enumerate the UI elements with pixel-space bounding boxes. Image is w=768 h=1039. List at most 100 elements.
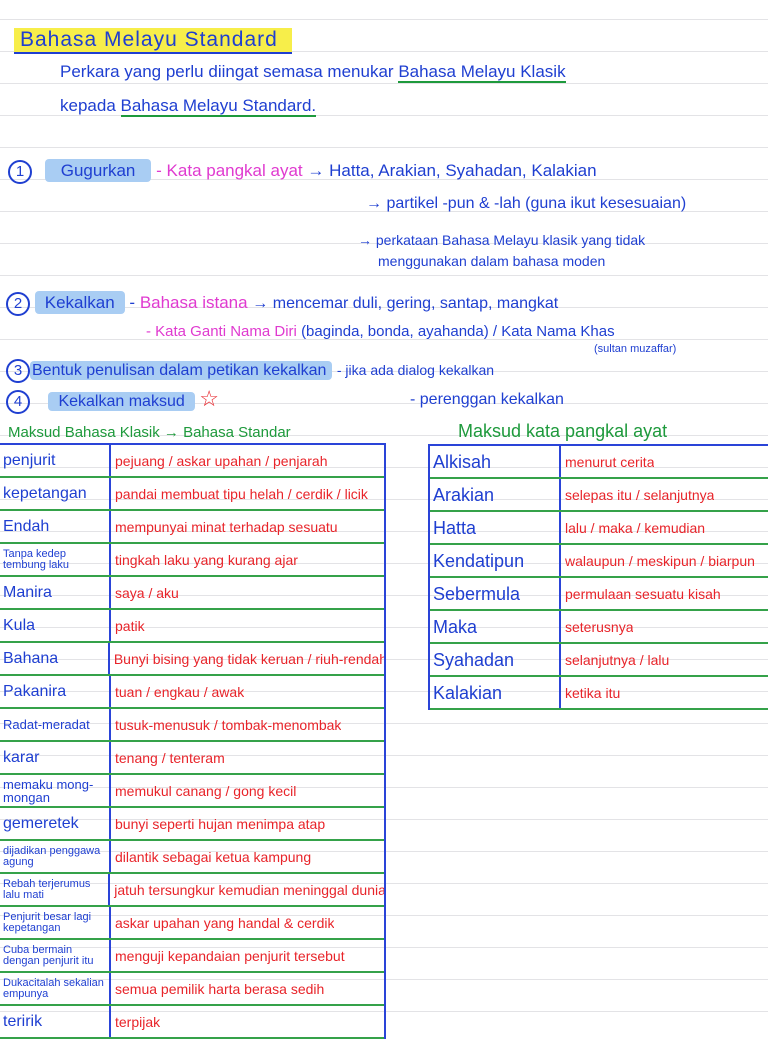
table-row: Sebermula permulaan sesuatu kisah bbox=[430, 578, 768, 611]
point-2-note: (sultan muzaffar) bbox=[594, 343, 677, 355]
intro-underlined: Bahasa Melayu Klasik bbox=[398, 62, 566, 83]
table-row: dijadikan penggawa agung dilantik sebagai… bbox=[0, 841, 384, 874]
term-cell: gemeretek bbox=[0, 808, 111, 839]
number-circle: 4 bbox=[6, 390, 30, 414]
term-cell: Rebah terjerumus lalu mati bbox=[0, 874, 111, 905]
term-cell: Syahadan bbox=[430, 644, 561, 675]
table-row: Radat-meradat tusuk-menusuk / tombak-meno… bbox=[0, 709, 384, 742]
arrow-text: → mencemar duli, gering, santap, mangkat bbox=[252, 295, 559, 312]
dash: - bbox=[129, 293, 136, 312]
term-cell: Maka bbox=[430, 611, 561, 642]
meaning-cell: terpijak bbox=[115, 1013, 161, 1030]
number-circle: 1 bbox=[8, 160, 32, 184]
table-row: penjurit pejuang / askar upahan / penjara… bbox=[0, 445, 384, 478]
intro-line-1: Perkara yang perlu diingat semasa menuka… bbox=[60, 62, 566, 83]
point-4-rest: - perenggan kekalkan bbox=[410, 391, 564, 408]
table-row: Rebah terjerumus lalu mati jatuh tersungk… bbox=[0, 874, 384, 907]
meaning-cell: patik bbox=[115, 617, 145, 634]
point-rest: - jika ada dialog kekalkan bbox=[336, 362, 495, 378]
term-cell: memaku mong-mongan bbox=[0, 775, 111, 806]
term-cell: Manira bbox=[0, 577, 111, 608]
point-label: Kekalkan bbox=[34, 291, 125, 314]
term-cell: Cuba bermain dengan penjurit itu bbox=[0, 940, 111, 971]
meaning-cell: bunyi seperti hujan menimpa atap bbox=[115, 815, 326, 832]
arrow-text: → Hatta, Arakian, Syahadan, Kalakian bbox=[307, 161, 597, 180]
meaning-cell: saya / aku bbox=[115, 584, 179, 601]
term-cell: Alkisah bbox=[430, 446, 561, 477]
point-1: 1 Gugurkan - Kata pangkal ayat → Hatta, … bbox=[8, 159, 597, 184]
table-row: Penjurit besar lagi kepetangan askar upah… bbox=[0, 907, 384, 940]
meaning-cell: tingkah laku yang kurang ajar bbox=[115, 551, 298, 568]
table-row: Manira saya / aku bbox=[0, 577, 384, 610]
meaning-cell: menurut cerita bbox=[565, 453, 655, 470]
intro-line-2: kepada Bahasa Melayu Standard. bbox=[60, 96, 317, 117]
point-2: 2 Kekalkan - Bahasa istana → mencemar du… bbox=[6, 291, 559, 316]
term-cell: Radat-meradat bbox=[0, 709, 111, 740]
table-row: Kalakian ketika itu bbox=[430, 677, 768, 710]
term-cell: Hatta bbox=[430, 512, 561, 543]
term-cell: Kula bbox=[0, 610, 111, 641]
term-cell: Kendatipun bbox=[430, 545, 561, 576]
table-row: teririk terpijak bbox=[0, 1006, 384, 1039]
table-row: memaku mong-mongan memukul canang / gong … bbox=[0, 775, 384, 808]
table-row: Cuba bermain dengan penjurit itu menguji … bbox=[0, 940, 384, 973]
point-4: 4 Kekalkan maksud ☆ bbox=[6, 386, 219, 414]
right-table-heading: Maksud kata pangkal ayat bbox=[458, 421, 668, 441]
star-icon: ☆ bbox=[199, 386, 219, 411]
intro-text: Perkara yang perlu diingat semasa menuka… bbox=[60, 62, 394, 81]
table-row: Endah mempunyai minat terhadap sesuatu bbox=[0, 511, 384, 544]
term-cell: penjurit bbox=[0, 445, 111, 476]
term-cell: teririk bbox=[0, 1006, 111, 1037]
point-label: Kekalkan maksud bbox=[48, 392, 195, 411]
point-label: Bentuk penulisan dalam petikan kekalkan bbox=[30, 361, 333, 380]
term-cell: Bahana bbox=[0, 643, 110, 674]
examples-text: (baginda, bonda, ayahanda) / Kata Nama K… bbox=[301, 323, 615, 340]
number-circle: 3 bbox=[6, 359, 30, 383]
point-1-line-4: menggunakan dalam bahasa moden bbox=[378, 253, 606, 269]
point-1-line-2: → partikel -pun & -lah (guna ikut kesesu… bbox=[366, 195, 687, 212]
table-row: Kendatipun walaupun / meskipun / biarpun bbox=[430, 545, 768, 578]
table-row: Bahana Bunyi bising yang tidak keruan / r… bbox=[0, 643, 384, 676]
meaning-cell: selanjutnya / lalu bbox=[565, 651, 670, 668]
table-row: Syahadan selanjutnya / lalu bbox=[430, 644, 768, 677]
term-cell: Tanpa kedep tembung laku bbox=[0, 544, 111, 575]
point-1-line-3: → perkataan Bahasa Melayu klasik yang ti… bbox=[358, 232, 646, 248]
page-title: Bahasa Melayu Standard bbox=[14, 28, 292, 54]
intro-underlined-2: Bahasa Melayu Standard. bbox=[120, 96, 317, 117]
table-row: Hatta lalu / maka / kemudian bbox=[430, 512, 768, 545]
term-cell: Endah bbox=[0, 511, 111, 542]
table-row: Pakanira tuan / engkau / awak bbox=[0, 676, 384, 709]
point-3: 3 Bentuk penulisan dalam petikan kekalkan… bbox=[6, 359, 494, 383]
left-table: penjurit pejuang / askar upahan / penjara… bbox=[0, 443, 386, 1039]
meaning-cell: pandai membuat tipu helah / cerdik / lic… bbox=[115, 485, 368, 502]
meaning-cell: pejuang / askar upahan / penjarah bbox=[115, 452, 328, 469]
term-cell: Arakian bbox=[430, 479, 561, 510]
intro-text-2: kepada bbox=[60, 96, 116, 115]
table-row: Maka seterusnya bbox=[430, 611, 768, 644]
term-cell: kepetangan bbox=[0, 478, 111, 509]
table-row: karar tenang / tenteram bbox=[0, 742, 384, 775]
meaning-cell: jatuh tersungkur kemudian meninggal duni… bbox=[114, 881, 384, 898]
table-row: kepetangan pandai membuat tipu helah / ce… bbox=[0, 478, 384, 511]
meaning-cell: memukul canang / gong kecil bbox=[115, 782, 297, 799]
dash: - bbox=[156, 161, 162, 180]
meaning-cell: menguji kepandaian penjurit tersebut bbox=[115, 947, 345, 964]
meaning-cell: selepas itu / selanjutnya bbox=[565, 486, 715, 503]
table-row: Dukacitalah sekalian empunya semua pemili… bbox=[0, 973, 384, 1006]
meaning-cell: walaupun / meskipun / biarpun bbox=[565, 552, 755, 569]
number-circle: 2 bbox=[6, 292, 30, 316]
term-cell: Penjurit besar lagi kepetangan bbox=[0, 907, 111, 938]
meaning-cell: seterusnya bbox=[565, 618, 634, 635]
term-cell: Kalakian bbox=[430, 677, 561, 708]
term-cell: Pakanira bbox=[0, 676, 111, 707]
meaning-cell: mempunyai minat terhadap sesuatu bbox=[115, 518, 338, 535]
term-cell: Sebermula bbox=[430, 578, 561, 609]
right-table: Alkisah menurut cerita Arakian selepas itu … bbox=[428, 444, 768, 710]
meaning-cell: tusuk-menusuk / tombak-menombak bbox=[115, 716, 342, 733]
pink-text-2: - Kata Ganti Nama Diri bbox=[146, 323, 297, 340]
meaning-cell: lalu / maka / kemudian bbox=[565, 519, 706, 536]
meaning-cell: dilantik sebagai ketua kampung bbox=[115, 848, 312, 865]
meaning-cell: permulaan sesuatu kisah bbox=[565, 585, 721, 602]
meaning-cell: Bunyi bising yang tidak keruan / riuh-re… bbox=[113, 650, 384, 667]
meaning-cell: askar upahan yang handal & cerdik bbox=[115, 914, 335, 931]
